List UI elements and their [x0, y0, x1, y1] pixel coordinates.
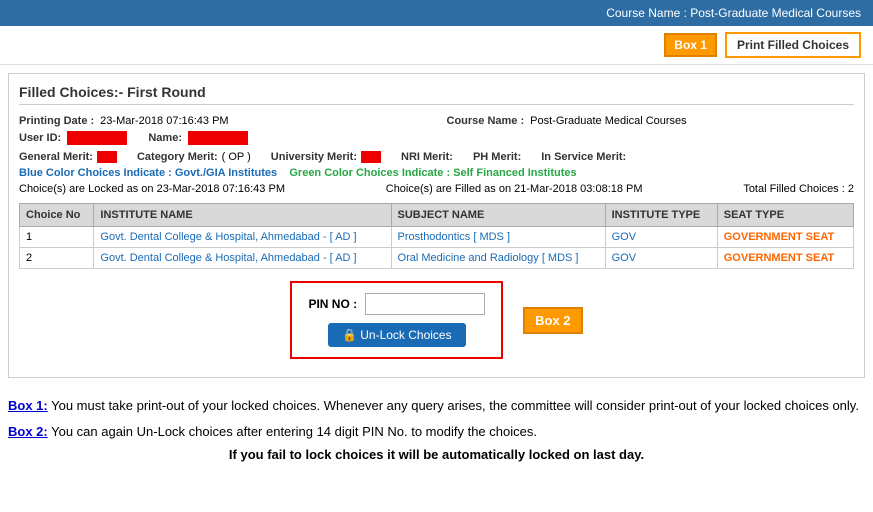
printing-date-row: Printing Date : 23-Mar-2018 07:16:43 PM — [19, 115, 427, 127]
table-header-row: Choice No INSTITUTE NAME SUBJECT NAME IN… — [20, 204, 854, 227]
print-filled-choices-button[interactable]: Print Filled Choices — [725, 32, 861, 58]
category-merit-value: ( OP ) — [222, 151, 251, 163]
unlock-choices-button[interactable]: 🔒 Un-Lock Choices — [328, 323, 466, 347]
section-title: Filled Choices:- First Round — [19, 84, 854, 105]
legend-row: Blue Color Choices Indicate : Govt./GIA … — [19, 167, 854, 179]
user-id-value — [67, 131, 127, 145]
nri-merit-label: NRI Merit: — [401, 151, 453, 163]
cell-subject-name[interactable]: Oral Medicine and Radiology [ MDS ] — [391, 248, 605, 269]
box2-label: Box 2 — [523, 307, 582, 334]
general-merit-label: General Merit: — [19, 151, 93, 163]
university-merit-value — [361, 151, 381, 163]
printing-date-label: Printing Date : — [19, 115, 94, 127]
legend-blue: Blue Color Choices Indicate : Govt./GIA … — [19, 167, 277, 179]
col-seat-type: SEAT TYPE — [717, 204, 853, 227]
course-name-value: Post-Graduate Medical Courses — [530, 115, 687, 127]
in-service-merit-item: In Service Merit: — [541, 151, 626, 163]
cell-institute-name[interactable]: Govt. Dental College & Hospital, Ahmedab… — [94, 248, 391, 269]
cell-seat-type: GOVERNMENT SEAT — [717, 248, 853, 269]
user-id-label: User ID: — [19, 132, 61, 144]
printing-date-value: 23-Mar-2018 07:16:43 PM — [100, 115, 228, 127]
ph-merit-item: PH Merit: — [473, 151, 521, 163]
cell-institute-type: GOV — [605, 227, 717, 248]
general-merit-item: General Merit: — [19, 151, 117, 163]
legend-green: Green Color Choices Indicate : Self Fina… — [289, 167, 576, 179]
choices-table: Choice No INSTITUTE NAME SUBJECT NAME IN… — [19, 203, 854, 269]
pin-label: PIN NO : — [308, 297, 357, 311]
category-merit-label: Category Merit: — [137, 151, 218, 163]
cell-subject-name[interactable]: Prosthodontics [ MDS ] — [391, 227, 605, 248]
cell-institute-type: GOV — [605, 248, 717, 269]
box1-ref: Box 1: — [8, 398, 48, 413]
name-value — [188, 131, 248, 145]
pin-input[interactable] — [365, 293, 485, 315]
cell-choice-no: 1 — [20, 227, 94, 248]
box2-text: You can again Un-Lock choices after ente… — [48, 424, 537, 439]
merit-row: General Merit: Category Merit: ( OP ) Un… — [19, 151, 854, 163]
general-merit-value — [97, 151, 117, 163]
pin-section: PIN NO : 🔒 Un-Lock Choices Box 2 — [19, 281, 854, 359]
university-merit-label: University Merit: — [271, 151, 357, 163]
note-box2: Box 2: You can again Un-Lock choices aft… — [8, 422, 865, 442]
nri-merit-item: NRI Merit: — [401, 151, 453, 163]
info-grid: Printing Date : 23-Mar-2018 07:16:43 PM … — [19, 115, 854, 145]
ph-merit-label: PH Merit: — [473, 151, 521, 163]
total-filled: Total Filled Choices : 2 — [743, 183, 854, 195]
course-name-top: Course Name : Post-Graduate Medical Cour… — [606, 6, 861, 20]
notes-section: Box 1: You must take print-out of your l… — [0, 386, 873, 462]
filled-as-of: Choice(s) are Filled as on 21-Mar-2018 0… — [386, 183, 643, 195]
table-row: 2 Govt. Dental College & Hospital, Ahmed… — [20, 248, 854, 269]
course-name-label: Course Name : — [447, 115, 525, 127]
box1-text: You must take print-out of your locked c… — [48, 398, 859, 413]
col-subject-name: SUBJECT NAME — [391, 204, 605, 227]
box1-label: Box 1 — [664, 33, 717, 57]
name-label: Name: — [148, 132, 182, 144]
note-box1: Box 1: You must take print-out of your l… — [8, 396, 865, 416]
cell-choice-no: 2 — [20, 248, 94, 269]
col-institute-name: INSTITUTE NAME — [94, 204, 391, 227]
box2-ref: Box 2: — [8, 424, 48, 439]
locked-as-of: Choice(s) are Locked as on 23-Mar-2018 0… — [19, 183, 285, 195]
main-container: Filled Choices:- First Round Printing Da… — [8, 73, 865, 378]
col-choice-no: Choice No — [20, 204, 94, 227]
pin-input-row: PIN NO : — [308, 293, 485, 315]
locked-filled-row: Choice(s) are Locked as on 23-Mar-2018 0… — [19, 183, 854, 195]
in-service-merit-label: In Service Merit: — [541, 151, 626, 163]
user-id-row: User ID: Name: — [19, 131, 427, 145]
note-warning: If you fail to lock choices it will be a… — [8, 447, 865, 462]
category-merit-item: Category Merit: ( OP ) — [137, 151, 251, 163]
cell-institute-name[interactable]: Govt. Dental College & Hospital, Ahmedab… — [94, 227, 391, 248]
cell-seat-type: GOVERNMENT SEAT — [717, 227, 853, 248]
university-merit-item: University Merit: — [271, 151, 381, 163]
table-row: 1 Govt. Dental College & Hospital, Ahmed… — [20, 227, 854, 248]
top-bar: Course Name : Post-Graduate Medical Cour… — [0, 0, 873, 26]
header-row: Box 1 Print Filled Choices — [0, 26, 873, 65]
pin-box: PIN NO : 🔒 Un-Lock Choices — [290, 281, 503, 359]
col-institute-type: INSTITUTE TYPE — [605, 204, 717, 227]
course-name-row: Course Name : Post-Graduate Medical Cour… — [447, 115, 855, 127]
